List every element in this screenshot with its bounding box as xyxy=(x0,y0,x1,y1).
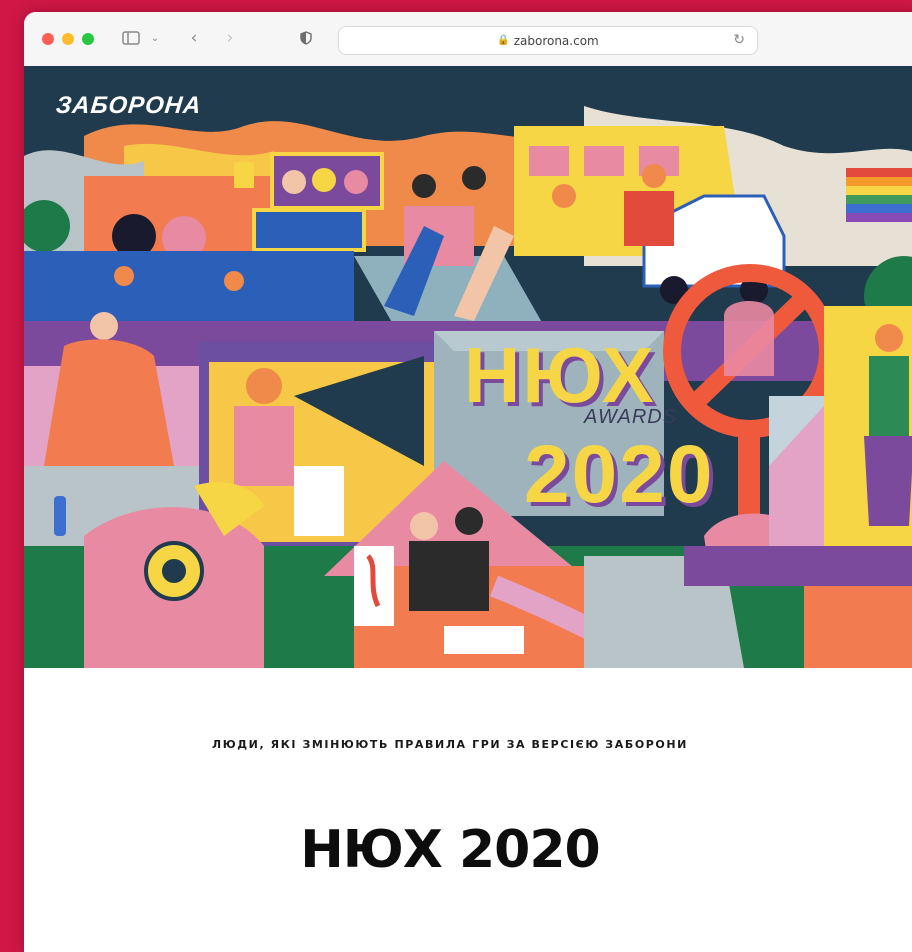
address-bar[interactable]: 🔒 zaborona.com ↻ xyxy=(338,26,758,55)
sidebar-icon[interactable] xyxy=(120,26,142,50)
shield-icon[interactable] xyxy=(296,26,316,50)
article-kicker: ЛЮДИ, ЯКІ ЗМІНЮЮТЬ ПРАВИЛА ГРИ ЗА ВЕРСІЄ… xyxy=(212,738,688,751)
article-content xyxy=(24,668,912,952)
hero-illustration: ЗАБОРОНА НЮХ AWARDS 2020 xyxy=(24,66,912,668)
lock-icon: 🔒 xyxy=(497,35,510,46)
minimize-window-button[interactable] xyxy=(62,33,74,45)
browser-window: ⌄ ‹ › 🔒 zaborona.com ↻ ЗАБОРОНА НЮХ AWAR… xyxy=(24,12,912,952)
awards-year: 2020 xyxy=(524,429,715,520)
back-icon[interactable]: ‹ xyxy=(184,26,204,50)
awards-subtitle: AWARDS xyxy=(584,406,678,428)
reload-icon[interactable]: ↻ xyxy=(733,32,745,48)
chevron-down-icon[interactable]: ⌄ xyxy=(148,26,162,50)
browser-toolbar: ⌄ ‹ › 🔒 zaborona.com ↻ xyxy=(24,12,912,67)
zoom-window-button[interactable] xyxy=(82,33,94,45)
forward-icon[interactable]: › xyxy=(220,26,240,50)
address-text: zaborona.com xyxy=(513,33,599,48)
brand-logo[interactable]: ЗАБОРОНА xyxy=(55,92,203,120)
article-title: НЮХ 2020 xyxy=(300,820,600,880)
awards-title: НЮХ xyxy=(464,331,656,419)
close-window-button[interactable] xyxy=(42,33,54,45)
